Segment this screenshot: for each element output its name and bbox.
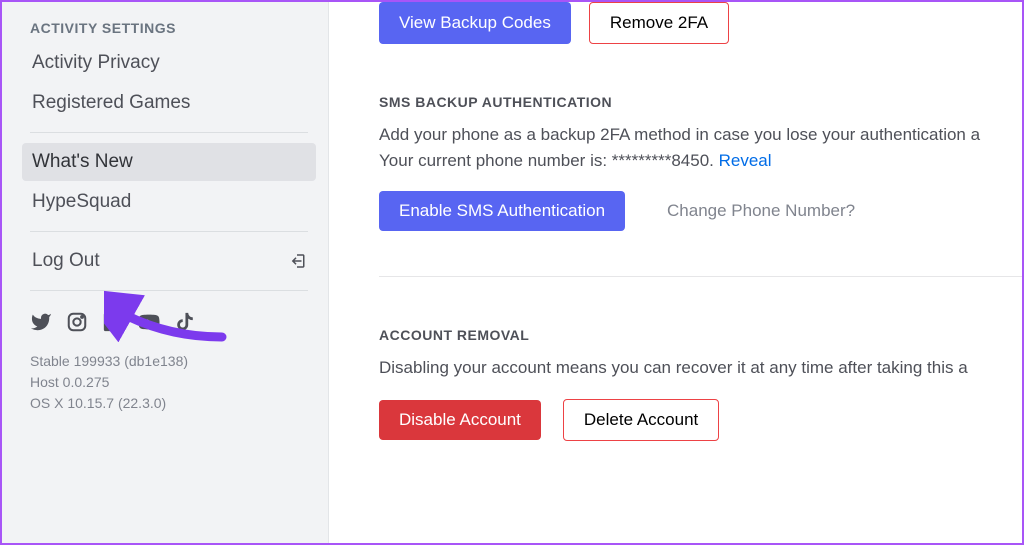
sidebar-item-label: Activity Privacy [32, 52, 160, 74]
sidebar-item-label: Log Out [32, 250, 100, 272]
sidebar-item-whats-new[interactable]: What's New [22, 143, 316, 181]
disable-account-button[interactable]: Disable Account [379, 400, 541, 440]
facebook-icon[interactable] [102, 311, 124, 333]
sidebar-item-label: HypeSquad [32, 191, 131, 213]
divider [30, 290, 308, 291]
version-line: OS X 10.15.7 (22.3.0) [30, 393, 308, 414]
sidebar: ACTIVITY SETTINGS Activity Privacy Regis… [2, 2, 329, 543]
sms-button-row: Enable SMS Authentication Change Phone N… [379, 191, 1022, 231]
divider [379, 276, 1022, 277]
version-line: Host 0.0.275 [30, 372, 308, 393]
version-info: Stable 199933 (db1e138) Host 0.0.275 OS … [22, 343, 316, 414]
logout-icon [288, 252, 306, 270]
two-fa-buttons: View Backup Codes Remove 2FA [379, 2, 1022, 44]
reveal-phone-link[interactable]: Reveal [719, 151, 772, 170]
sidebar-item-logout[interactable]: Log Out [22, 242, 316, 280]
view-backup-codes-button[interactable]: View Backup Codes [379, 2, 571, 44]
delete-account-button[interactable]: Delete Account [563, 399, 719, 441]
change-phone-button[interactable]: Change Phone Number? [647, 191, 875, 231]
sidebar-item-registered-games[interactable]: Registered Games [22, 84, 316, 122]
sidebar-section-header: ACTIVITY SETTINGS [22, 20, 316, 44]
version-line: Stable 199933 (db1e138) [30, 351, 308, 372]
social-links [22, 301, 316, 343]
section-title: SMS BACKUP AUTHENTICATION [379, 94, 1022, 110]
section-title: ACCOUNT REMOVAL [379, 327, 1022, 343]
sidebar-item-hypesquad[interactable]: HypeSquad [22, 183, 316, 221]
sidebar-item-label: What's New [32, 151, 133, 173]
account-removal-section: ACCOUNT REMOVAL Disabling your account m… [379, 327, 1022, 441]
remove-2fa-button[interactable]: Remove 2FA [589, 2, 729, 44]
main-content: View Backup Codes Remove 2FA SMS BACKUP … [329, 2, 1022, 543]
divider [30, 132, 308, 133]
sidebar-item-activity-privacy[interactable]: Activity Privacy [22, 44, 316, 82]
sidebar-item-label: Registered Games [32, 92, 190, 114]
divider [30, 231, 308, 232]
instagram-icon[interactable] [66, 311, 88, 333]
section-description: Add your phone as a backup 2FA method in… [379, 122, 1022, 173]
removal-button-row: Disable Account Delete Account [379, 399, 1022, 441]
twitter-icon[interactable] [30, 311, 52, 333]
youtube-icon[interactable] [138, 311, 160, 333]
section-description: Disabling your account means you can rec… [379, 355, 1022, 381]
sms-backup-section: SMS BACKUP AUTHENTICATION Add your phone… [379, 94, 1022, 231]
tiktok-icon[interactable] [174, 311, 196, 333]
enable-sms-auth-button[interactable]: Enable SMS Authentication [379, 191, 625, 231]
